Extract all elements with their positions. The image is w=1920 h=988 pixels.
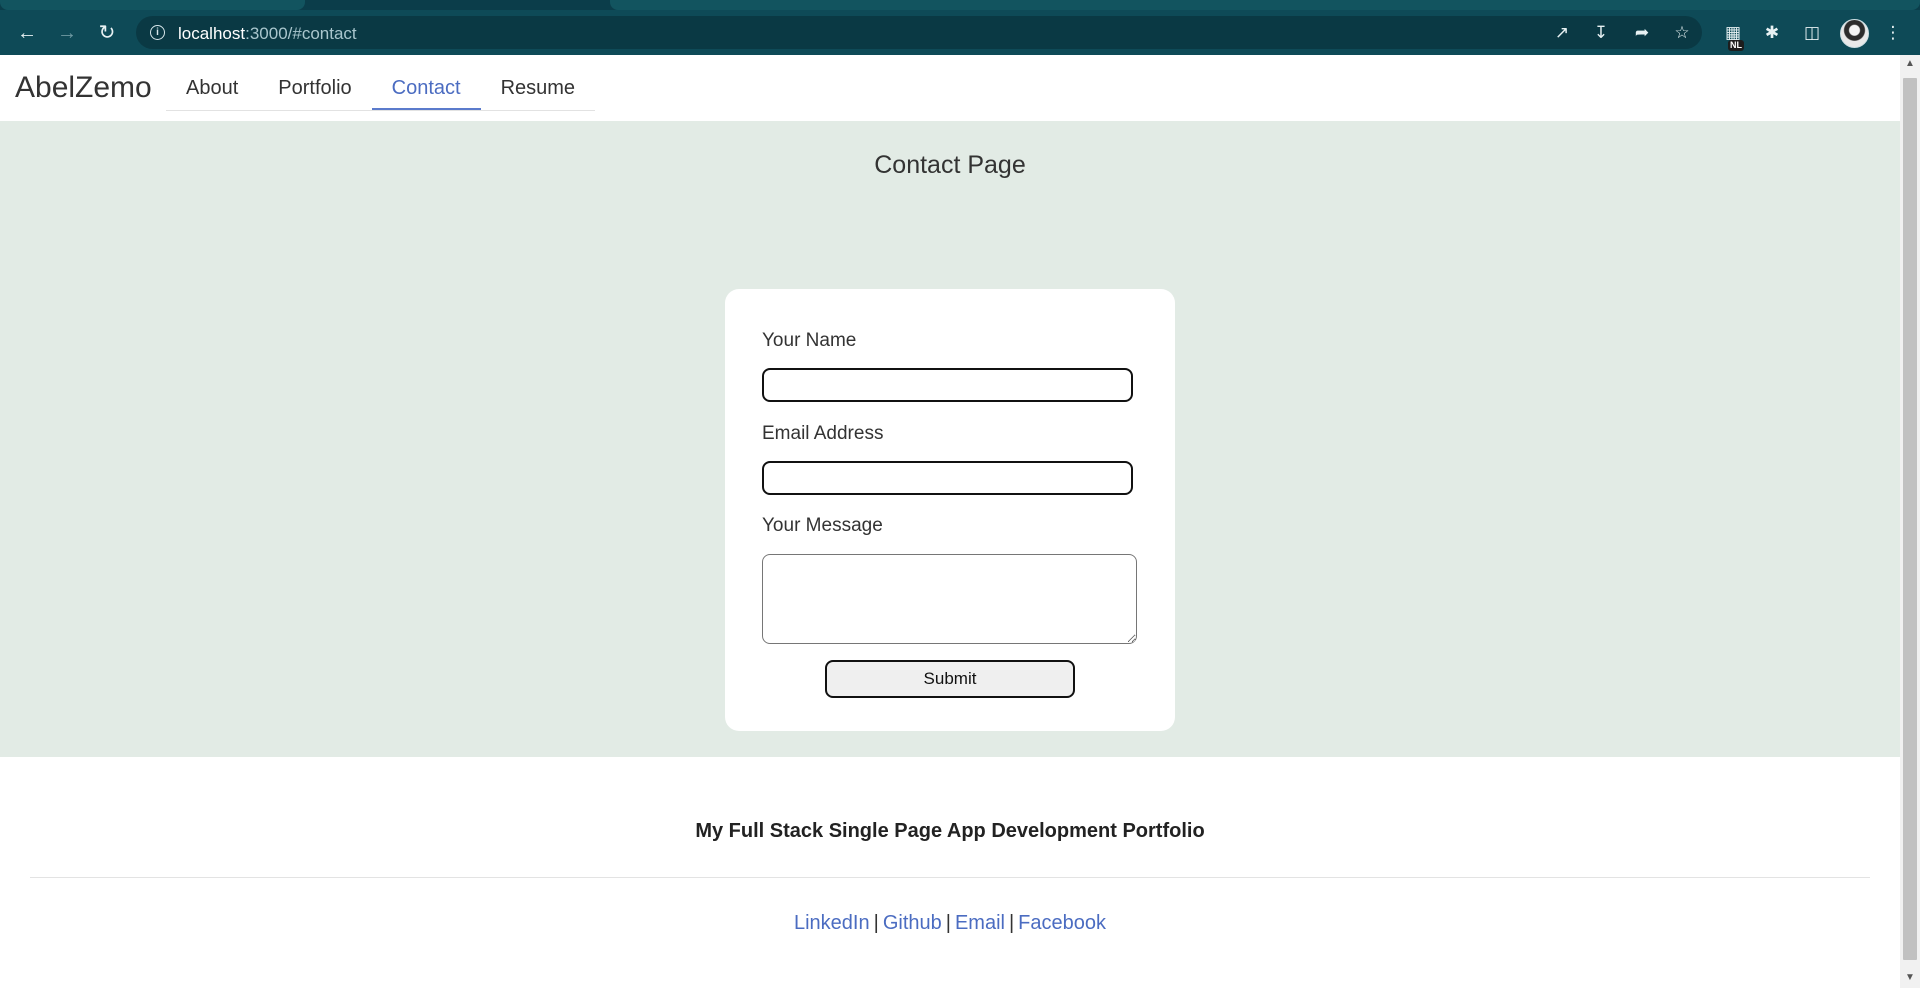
contact-section: Contact Page Your Name Email Address You… <box>0 121 1900 757</box>
contact-form: Your Name Email Address Your Message Sub… <box>725 289 1175 731</box>
footer-divider <box>30 877 1870 878</box>
menu-kebab-icon[interactable]: ⋮ <box>1882 22 1904 44</box>
brand-logo[interactable]: AbelZemo <box>15 71 152 105</box>
install-icon[interactable]: ↧ <box>1590 22 1612 44</box>
star-icon[interactable]: ☆ <box>1671 22 1693 44</box>
browser-tab[interactable] <box>610 0 1920 10</box>
submit-button[interactable]: Submit <box>825 660 1075 698</box>
footer-title: My Full Stack Single Page App Developmen… <box>695 820 1205 842</box>
vertical-scrollbar[interactable]: ▲ ▼ <box>1900 55 1920 988</box>
github-link[interactable]: Github <box>883 912 942 934</box>
url-path: :3000/#contact <box>245 24 357 43</box>
email-label: Email Address <box>762 423 884 444</box>
name-label: Your Name <box>762 330 857 351</box>
tab-portfolio[interactable]: Portfolio <box>258 67 371 109</box>
reload-icon[interactable]: ↻ <box>94 20 120 46</box>
message-field[interactable] <box>762 554 1137 644</box>
linkedin-link[interactable]: LinkedIn <box>794 912 870 934</box>
link-separator: | <box>945 912 951 934</box>
side-panel-icon[interactable]: ◫ <box>1801 22 1823 44</box>
extension-badge: NL <box>1728 40 1744 51</box>
email-field[interactable] <box>762 461 1133 495</box>
page-title: Contact Page <box>874 151 1026 179</box>
scroll-down-icon[interactable]: ▼ <box>1905 973 1915 983</box>
forward-arrow-icon[interactable]: → <box>54 20 80 46</box>
email-link[interactable]: Email <box>955 912 1005 934</box>
scrollbar-thumb[interactable] <box>1903 78 1917 960</box>
nav-tabs: About Portfolio Contact Resume <box>166 67 596 111</box>
facebook-link[interactable]: Facebook <box>1018 912 1106 934</box>
tab-resume[interactable]: Resume <box>481 67 595 109</box>
tab-about[interactable]: About <box>166 67 258 109</box>
link-separator: | <box>1008 912 1015 934</box>
footer-links: LinkedIn | Github | Email | Facebook <box>0 912 1900 935</box>
scroll-up-icon[interactable]: ▲ <box>1905 59 1915 69</box>
browser-tab[interactable] <box>0 0 305 10</box>
url-host: localhost <box>178 24 246 43</box>
share-icon[interactable]: ➦ <box>1631 22 1653 44</box>
message-label: Your Message <box>762 515 883 536</box>
browser-toolbar: ← → ↻ i localhost:3000/#contact ↗ ↧ ➦ ☆ … <box>0 10 1920 55</box>
tab-contact[interactable]: Contact <box>371 67 481 110</box>
link-separator: | <box>873 912 879 934</box>
address-bar[interactable]: i localhost:3000/#contact <box>136 16 1702 49</box>
back-arrow-icon[interactable]: ← <box>14 20 40 46</box>
url-text[interactable]: localhost:3000/#contact <box>178 24 357 44</box>
open-in-app-icon[interactable]: ↗ <box>1551 22 1573 44</box>
avatar[interactable] <box>1840 19 1869 48</box>
browser-tab-strip <box>0 0 1920 10</box>
info-icon[interactable]: i <box>150 25 165 40</box>
name-field[interactable] <box>762 368 1133 402</box>
puzzle-icon[interactable]: ✱ <box>1761 22 1783 44</box>
page: AbelZemo About Portfolio Contact Resume … <box>0 55 1900 988</box>
